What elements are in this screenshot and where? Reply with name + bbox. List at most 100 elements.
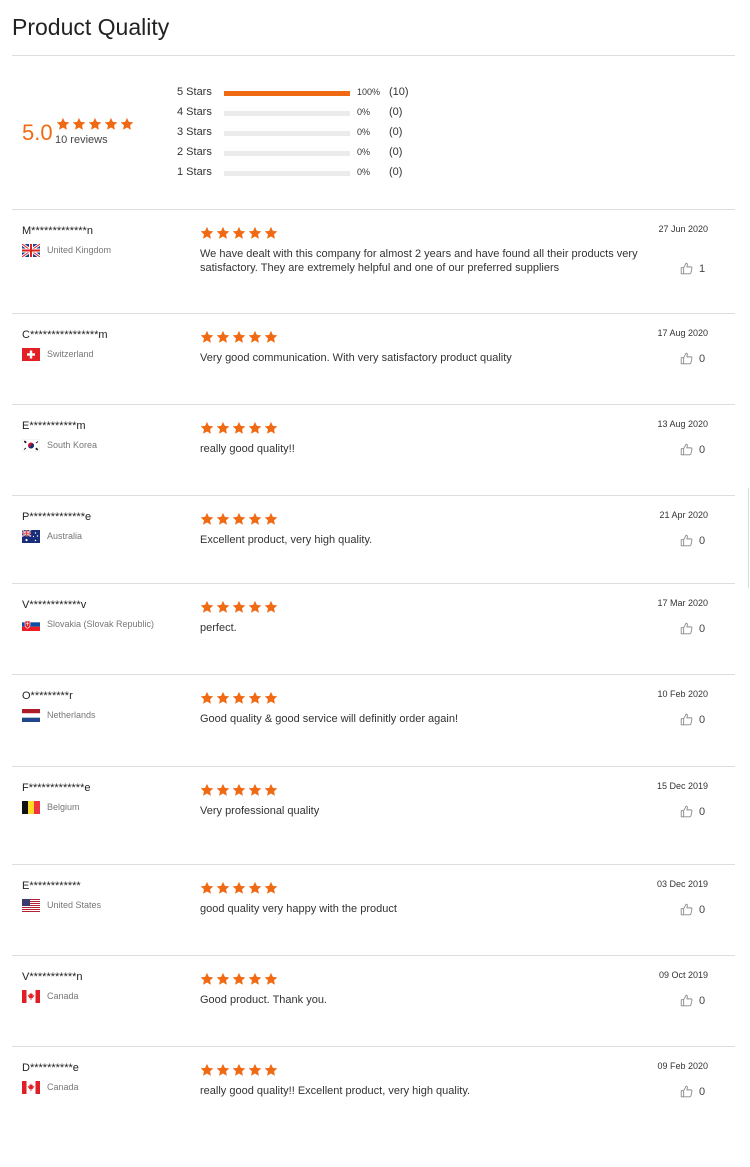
- review-item: E***********m South Korea really good qu…: [12, 405, 735, 495]
- star-icon: [264, 783, 278, 797]
- rating-distribution-row: 2 Stars 0% (0): [177, 146, 437, 160]
- like-button[interactable]: 0: [680, 352, 705, 365]
- star-icon: [232, 691, 246, 705]
- star-icon: [232, 512, 246, 526]
- reviewer-name: E************: [22, 880, 81, 892]
- like-button[interactable]: 0: [680, 994, 705, 1007]
- reviewer-name: E***********m: [22, 420, 86, 432]
- like-button[interactable]: 0: [680, 534, 705, 547]
- reviewer-country: South Korea: [47, 440, 98, 450]
- star-icon: [248, 512, 262, 526]
- flag-netherlands-icon: [22, 709, 40, 722]
- divider: [12, 766, 735, 767]
- star-icon: [248, 600, 262, 614]
- review-stars: [200, 330, 278, 344]
- review-date: 17 Mar 2020: [657, 598, 708, 608]
- star-icon: [264, 421, 278, 435]
- review-date: 13 Aug 2020: [657, 419, 708, 429]
- star-icon: [200, 1063, 214, 1077]
- like-button[interactable]: 1: [680, 262, 705, 275]
- review-item: P*************e Australia Excellent prod…: [12, 496, 735, 583]
- like-button[interactable]: 0: [680, 713, 705, 726]
- review-text: good quality very happy with the product: [200, 903, 397, 915]
- flag-australia-icon: [22, 530, 40, 543]
- star-icon: [56, 117, 70, 131]
- thumbs-up-icon: [680, 534, 693, 547]
- like-button[interactable]: 0: [680, 622, 705, 635]
- review-text: Excellent product, very high quality.: [200, 534, 373, 546]
- star-icon: [232, 600, 246, 614]
- star-level-label: 2 Stars: [177, 146, 212, 158]
- star-icon: [120, 117, 134, 131]
- star-icon: [200, 972, 214, 986]
- thumbs-up-icon: [680, 713, 693, 726]
- flag-belgium-icon: [22, 801, 40, 814]
- rating-distribution-row: 4 Stars 0% (0): [177, 106, 437, 120]
- star-icon: [232, 783, 246, 797]
- like-count: 0: [699, 1085, 706, 1098]
- star-icon: [232, 972, 246, 986]
- flag-south-korea-icon: [22, 439, 40, 452]
- rating-count: (0): [389, 126, 403, 138]
- thumbs-up-icon: [680, 262, 693, 275]
- star-icon: [216, 691, 230, 705]
- review-date: 03 Dec 2019: [656, 879, 708, 889]
- flag-canada-icon: [22, 1081, 40, 1094]
- flag-canada-icon: [22, 990, 40, 1003]
- divider: [12, 583, 735, 584]
- star-icon: [216, 1063, 230, 1077]
- reviewer-name: M*************n: [22, 225, 93, 237]
- star-icon: [200, 691, 214, 705]
- average-stars: [56, 117, 134, 131]
- rating-bar: [224, 111, 350, 116]
- thumbs-up-icon: [680, 805, 693, 818]
- divider: [12, 55, 735, 56]
- flag-slovakia-icon: [22, 618, 40, 631]
- rating-count: (0): [389, 106, 403, 118]
- review-text: Very good communication. With very satis…: [200, 352, 512, 364]
- review-text: We have dealt with this company for almo…: [200, 248, 638, 274]
- star-icon: [264, 691, 278, 705]
- like-button[interactable]: 0: [680, 805, 705, 818]
- star-icon: [264, 330, 278, 344]
- rating-bar-fill: [224, 91, 350, 96]
- star-icon: [104, 117, 118, 131]
- star-icon: [200, 783, 214, 797]
- reviewer-country: Canada: [47, 1082, 79, 1092]
- rating-distribution-row: 3 Stars 0% (0): [177, 126, 437, 140]
- star-icon: [216, 512, 230, 526]
- star-icon: [88, 117, 102, 131]
- review-date: 21 Apr 2020: [659, 510, 708, 520]
- review-count: 10 reviews: [55, 134, 108, 146]
- reviewer-country: Slovakia (Slovak Republic): [47, 619, 155, 629]
- reviewer-country: United States: [47, 900, 102, 910]
- star-icon: [264, 512, 278, 526]
- like-button[interactable]: 0: [680, 443, 705, 456]
- review-item: V***********n Canada Good product. Thank…: [12, 956, 735, 1046]
- review-stars: [200, 1063, 278, 1077]
- review-item: M*************n United Kingdom We have d…: [12, 210, 735, 313]
- like-count: 0: [699, 994, 706, 1007]
- like-count: 0: [699, 443, 706, 456]
- star-icon: [200, 421, 214, 435]
- review-text: really good quality!!: [200, 443, 295, 455]
- star-icon: [216, 783, 230, 797]
- like-button[interactable]: 0: [680, 1085, 705, 1098]
- star-icon: [248, 330, 262, 344]
- star-icon: [216, 972, 230, 986]
- star-level-label: 3 Stars: [177, 126, 212, 138]
- thumbs-up-icon: [680, 903, 693, 916]
- reviewer-name: D**********e: [22, 1062, 79, 1074]
- review-date: 17 Aug 2020: [657, 328, 708, 338]
- star-icon: [200, 330, 214, 344]
- reviewer-name: O*********r: [22, 690, 73, 702]
- star-icon: [72, 117, 86, 131]
- thumbs-up-icon: [680, 352, 693, 365]
- like-button[interactable]: 0: [680, 903, 705, 916]
- star-icon: [248, 881, 262, 895]
- review-stars: [200, 512, 278, 526]
- reviewer-name: C****************m: [22, 329, 108, 341]
- rating-percent: 0%: [357, 107, 371, 117]
- star-icon: [248, 421, 262, 435]
- review-stars: [200, 783, 278, 797]
